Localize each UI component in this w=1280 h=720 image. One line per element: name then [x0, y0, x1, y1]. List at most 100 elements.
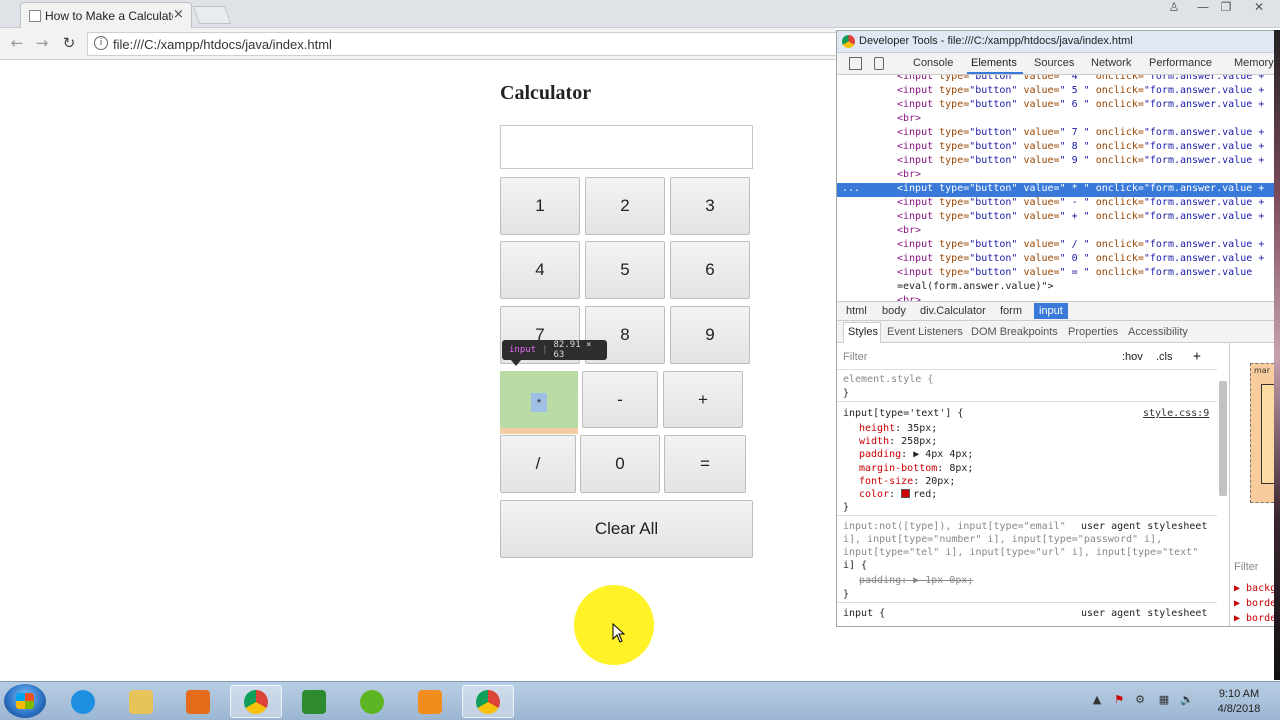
- dom-node-line[interactable]: <input type="button" value=" 7 " onclick…: [837, 127, 1280, 141]
- breadcrumb-input[interactable]: input: [1034, 303, 1068, 319]
- dom-node-line[interactable]: <br>: [837, 225, 1280, 239]
- dom-node-line[interactable]: =eval(form.answer.value)">: [837, 281, 1280, 295]
- reload-icon[interactable]: ↻: [59, 33, 79, 53]
- key-5-button[interactable]: 5: [585, 241, 665, 299]
- taskbar-app-internet-explorer[interactable]: [57, 685, 109, 718]
- selected-node-menu-icon[interactable]: ...: [842, 183, 860, 194]
- taskbar-app-media-player[interactable]: [172, 685, 224, 718]
- new-tab-button[interactable]: [192, 6, 232, 24]
- style-property[interactable]: padding: ▶ 4px 4px;: [859, 449, 973, 460]
- browser-tab-active[interactable]: How to Make a Calculator ×: [20, 2, 192, 28]
- key-multiply-button[interactable]: *: [500, 371, 578, 434]
- dom-node-line[interactable]: <input type="button" value=" - " onclick…: [837, 197, 1280, 211]
- dom-node-line[interactable]: <input type="button" value=" = " onclick…: [837, 267, 1280, 281]
- key-plus-button[interactable]: +: [663, 371, 743, 428]
- tab-accessibility[interactable]: Accessibility: [1128, 326, 1188, 338]
- hov-toggle[interactable]: :hov: [1122, 351, 1143, 363]
- breadcrumb-html[interactable]: html: [846, 305, 867, 317]
- computed-prop[interactable]: ▶ borde: [1234, 613, 1276, 624]
- taskbar-app-utorrent[interactable]: [346, 685, 398, 718]
- dom-node-line[interactable]: <input type="button" value=" 5 " onclick…: [837, 85, 1280, 99]
- page-favicon-icon: [29, 10, 41, 22]
- dom-node-line[interactable]: <br>: [837, 113, 1280, 127]
- key-6-button[interactable]: 6: [670, 241, 750, 299]
- tab-memory[interactable]: Memory: [1234, 57, 1274, 69]
- dom-node-line[interactable]: <input type="button" value=" 8 " onclick…: [837, 141, 1280, 155]
- dom-node-line[interactable]: <input type="button" value=" + " onclick…: [837, 211, 1280, 225]
- taskbar-app-chrome[interactable]: [230, 685, 282, 718]
- key-minus-button[interactable]: -: [582, 371, 658, 428]
- key-equals-button[interactable]: =: [664, 435, 746, 493]
- computed-pane: mar Filter ▶ backg ▶ borde ▶ borde: [1229, 343, 1280, 626]
- style-property[interactable]: color: red;: [859, 489, 937, 500]
- taskbar-app-camtasia[interactable]: [288, 685, 340, 718]
- tab-event-listeners[interactable]: Event Listeners: [887, 326, 963, 338]
- maximize-button[interactable]: ❐: [1213, 0, 1239, 18]
- inspect-padding-highlight: [500, 428, 578, 434]
- dom-node-line[interactable]: <br>: [837, 169, 1280, 183]
- tab-dom-breakpoints[interactable]: DOM Breakpoints: [971, 326, 1058, 338]
- style-property[interactable]: font-size: 20px;: [859, 476, 955, 487]
- computed-filter-input[interactable]: Filter: [1234, 561, 1258, 573]
- tab-properties[interactable]: Properties: [1068, 326, 1118, 338]
- rule-source-link[interactable]: style.css:9: [1143, 408, 1209, 419]
- key-divide-button[interactable]: /: [500, 435, 576, 493]
- tab-elements[interactable]: Elements: [971, 57, 1017, 69]
- back-icon[interactable]: ←: [7, 33, 27, 53]
- ua-overridden-padding: padding: ▶ 1px 0px;: [859, 575, 974, 586]
- styles-filter-input[interactable]: Filter: [843, 351, 867, 363]
- styles-scrollbar[interactable]: [1219, 381, 1227, 496]
- tab-sources[interactable]: Sources: [1034, 57, 1074, 69]
- forward-icon[interactable]: →: [32, 33, 52, 53]
- tab-close-icon[interactable]: ×: [173, 7, 184, 22]
- tray-expand-icon[interactable]: ▲: [1091, 694, 1103, 706]
- settings-tray-icon[interactable]: ⚙: [1134, 694, 1146, 706]
- tab-styles[interactable]: Styles: [848, 326, 878, 338]
- key-1-button[interactable]: 1: [500, 177, 580, 235]
- close-window-button[interactable]: ✕: [1246, 0, 1272, 18]
- clear-all-button[interactable]: Clear All: [500, 500, 753, 558]
- system-clock[interactable]: 9:10 AM 4/8/2018: [1204, 687, 1274, 717]
- dom-node-line[interactable]: <input type="button" value=" 0 " onclick…: [837, 253, 1280, 267]
- dom-node-line[interactable]: <input type="button" value=" / " onclick…: [837, 239, 1280, 253]
- key-9-button[interactable]: 9: [670, 306, 750, 364]
- info-icon[interactable]: i: [94, 36, 108, 50]
- tab-network[interactable]: Network: [1091, 57, 1131, 69]
- dom-node-line[interactable]: <input type="button" value=" 6 " onclick…: [837, 99, 1280, 113]
- volume-icon[interactable]: 🔊: [1180, 694, 1194, 706]
- taskbar-app-chrome-2[interactable]: [462, 685, 514, 718]
- breadcrumb-body[interactable]: body: [882, 305, 906, 317]
- taskbar-app-sublime-text[interactable]: [404, 685, 456, 718]
- style-property[interactable]: width: 258px;: [859, 436, 937, 447]
- dom-node-line[interactable]: <input type="button" value=" 4 " onclick…: [837, 75, 1280, 85]
- computed-prop[interactable]: ▶ borde: [1234, 598, 1276, 609]
- network-icon[interactable]: ▦: [1158, 694, 1170, 706]
- add-rule-icon[interactable]: +: [1193, 349, 1201, 364]
- key-3-button[interactable]: 3: [670, 177, 750, 235]
- key-4-button[interactable]: 4: [500, 241, 580, 299]
- url-text[interactable]: file:///C:/xampp/htdocs/java/index.html: [113, 37, 332, 52]
- computed-prop[interactable]: ▶ backg: [1234, 583, 1276, 594]
- tab-performance[interactable]: Performance: [1149, 57, 1212, 69]
- style-property[interactable]: height: 35px;: [859, 423, 937, 434]
- dom-breadcrumb: html body div.Calculator form input: [837, 301, 1280, 321]
- dom-node-line[interactable]: ... <input type="button" value=" * " oncl…: [837, 183, 1280, 197]
- breadcrumb-div-calculator[interactable]: div.Calculator: [920, 305, 986, 317]
- answer-input[interactable]: [500, 125, 753, 169]
- inspect-element-icon[interactable]: [849, 57, 862, 70]
- key-0-button[interactable]: 0: [580, 435, 660, 493]
- key-2-button[interactable]: 2: [585, 177, 665, 235]
- device-toolbar-icon[interactable]: [874, 57, 884, 70]
- utorrent-icon: [360, 689, 384, 714]
- start-button[interactable]: [4, 684, 46, 718]
- color-swatch-icon[interactable]: [901, 489, 911, 498]
- dom-node-line[interactable]: <input type="button" value=" 9 " onclick…: [837, 155, 1280, 169]
- breadcrumb-form[interactable]: form: [1000, 305, 1022, 317]
- taskbar-app-file-explorer[interactable]: [115, 685, 167, 718]
- style-property[interactable]: margin-bottom: 8px;: [859, 463, 973, 474]
- address-bar[interactable]: i file:///C:/xampp/htdocs/java/index.htm…: [87, 32, 847, 56]
- user-profile-icon[interactable]: ♙: [1161, 0, 1187, 18]
- cls-toggle[interactable]: .cls: [1156, 351, 1173, 363]
- tab-console[interactable]: Console: [913, 57, 953, 69]
- action-center-icon[interactable]: ⚑: [1113, 694, 1125, 706]
